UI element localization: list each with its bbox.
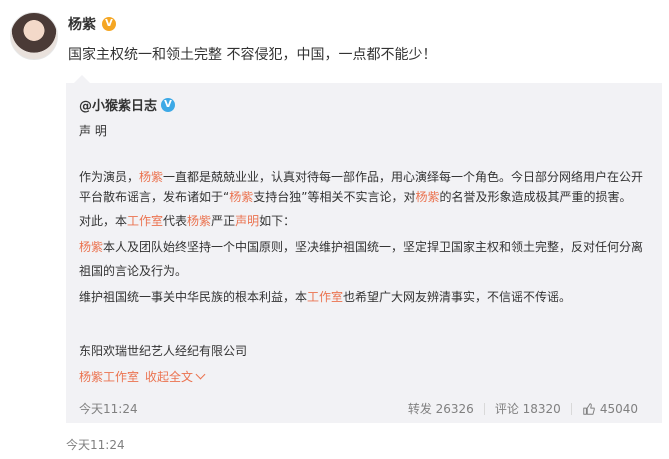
comment-count-label: 评论 18320 xyxy=(494,402,561,416)
text-segment: 也希望广大网友辨清事实，不信谣不传谣。 xyxy=(343,290,572,304)
repost-stats: 转发 26326 评论 18320 45040 xyxy=(398,400,648,417)
text-segment: 严正 xyxy=(211,214,236,228)
repost-timestamp[interactable]: 今天11:24 xyxy=(79,400,138,417)
text-segment: 平台散布谣言，发布诸如于“ xyxy=(79,190,230,204)
post-text: 国家主权统一和领土完整 不容侵犯，中国，一点都不能少！ xyxy=(68,47,437,63)
statement-line-2: 平台散布谣言，发布诸如于“杨紫支持台独”等相关不实言论，对杨紫的名誉及形象造成极… xyxy=(79,187,631,207)
statement-line-5: 祖国的言论及行为。 xyxy=(79,261,187,281)
statement-line-4: 杨紫本人及团队始终坚持一个中国原则，坚决维护祖国统一，坚定捍卫国家主权和领土完整… xyxy=(79,237,643,257)
signature-link[interactable]: 杨紫工作室 xyxy=(79,370,139,384)
text-segment: 本人及团队始终坚持一个中国原则，坚决维护祖国统一，坚定捍卫国家主权和领土完整，反… xyxy=(103,240,644,254)
thumbs-up-icon xyxy=(583,402,595,415)
text-segment: 如下： xyxy=(259,214,296,228)
text-segment: 的名誉及形象造成极其严重的损害。 xyxy=(439,190,632,204)
author-name[interactable]: 杨紫 xyxy=(68,14,96,34)
collapse-button[interactable]: 收起全文 xyxy=(145,369,206,384)
comment-count[interactable]: 评论 18320 xyxy=(485,400,571,417)
verified-blue-badge-icon: V xyxy=(161,97,176,112)
text-segment: 作为演员， xyxy=(79,170,140,184)
repost-card: @小猴紫日志 V 声 明 作为演员，杨紫一直都是兢兢业业，认真对待每一部作品，用… xyxy=(66,75,662,423)
name-link[interactable]: 杨紫 xyxy=(79,240,103,254)
original-author-row: @小猴紫日志 V xyxy=(79,95,176,114)
statement-line-3: 对此，本工作室代表杨紫严正声明如下： xyxy=(79,211,295,231)
statement-line-1: 作为演员，杨紫一直都是兢兢业业，认真对待每一部作品，用心演绎每一个角色。今日部分… xyxy=(79,167,643,187)
company-name: 东阳欢瑞世纪艺人经纪有限公司 xyxy=(79,344,248,358)
text-segment: 祖国的言论及行为。 xyxy=(79,264,188,278)
text-segment: 支持台独”等相关不实言论，对 xyxy=(253,190,416,204)
original-author-name[interactable]: @小猴紫日志 xyxy=(79,95,157,114)
studio-link[interactable]: 工作室 xyxy=(127,214,163,228)
repost-count[interactable]: 转发 26326 xyxy=(398,400,484,417)
post-header: 杨紫 V xyxy=(68,14,116,34)
name-link[interactable]: 杨紫 xyxy=(139,170,163,184)
name-link[interactable]: 杨紫 xyxy=(229,190,253,204)
text-segment: 一直都是兢兢业业，认真对待每一部作品，用心演绎每一个角色。今日部分网络用户在公开 xyxy=(163,170,644,184)
signature-row: 杨紫工作室 收起全文 xyxy=(79,367,206,387)
text-segment: 维护祖国统一事关中华民族的根本利益，本 xyxy=(79,290,308,304)
like-count[interactable]: 45040 xyxy=(572,402,648,416)
statement-link[interactable]: 声明 xyxy=(235,214,259,228)
statement-line-6: 维护祖国统一事关中华民族的根本利益，本工作室也希望广大网友辨清事实，不信谣不传谣… xyxy=(79,287,571,307)
chevron-up-icon xyxy=(195,369,206,380)
like-count-label: 45040 xyxy=(599,401,638,416)
name-link[interactable]: 杨紫 xyxy=(415,190,439,204)
text-segment: 对此，本 xyxy=(79,214,128,228)
verified-badge-icon: V xyxy=(102,17,116,31)
name-link[interactable]: 杨紫 xyxy=(187,214,211,228)
repost-count-label: 转发 26326 xyxy=(407,402,474,416)
studio-link[interactable]: 工作室 xyxy=(307,290,343,304)
statement-heading: 声 明 xyxy=(79,124,107,138)
text-segment: 代表 xyxy=(163,214,188,228)
post-timestamp[interactable]: 今天11:24 xyxy=(66,436,125,453)
avatar[interactable] xyxy=(10,12,58,60)
collapse-label: 收起全文 xyxy=(145,370,194,384)
